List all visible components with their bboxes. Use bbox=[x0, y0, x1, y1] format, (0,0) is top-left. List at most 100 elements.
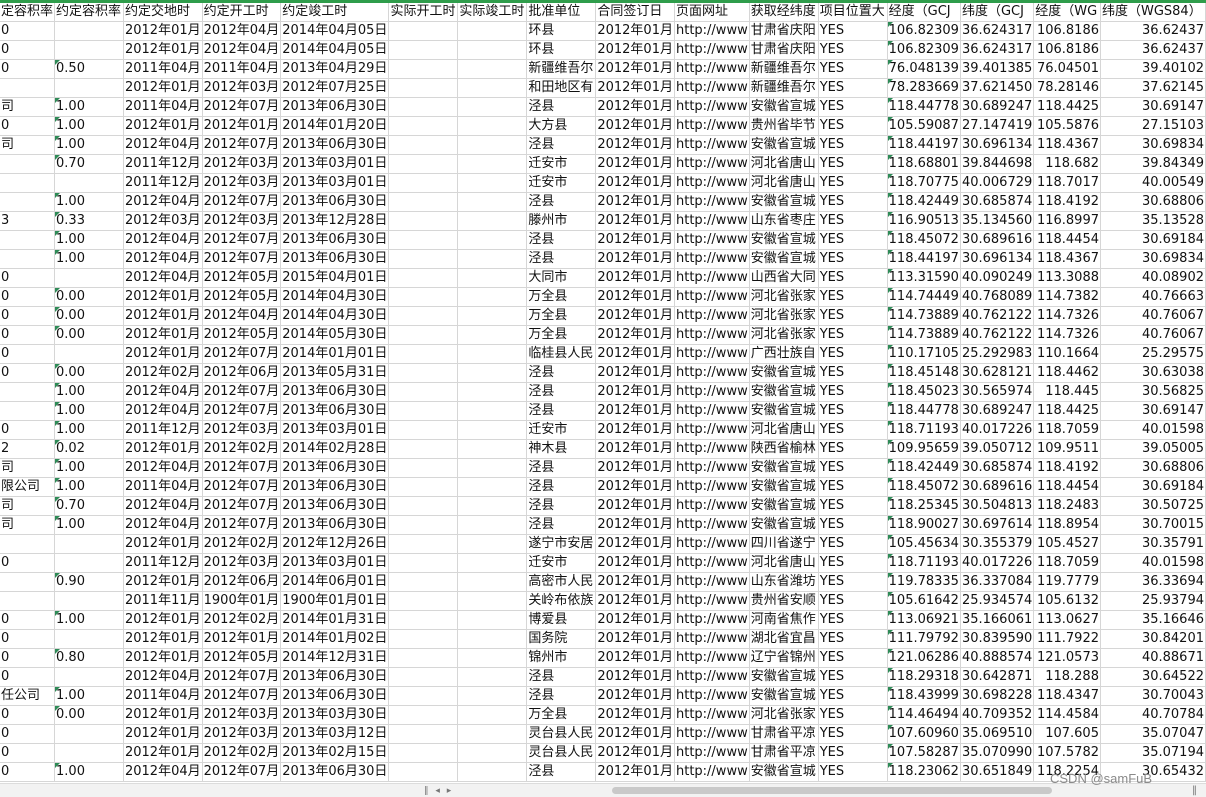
table-cell[interactable] bbox=[388, 420, 459, 440]
table-cell[interactable]: 滕州市 bbox=[526, 211, 597, 231]
table-cell[interactable]: 25.93794 bbox=[1100, 591, 1206, 611]
table-cell[interactable]: 40.08902 bbox=[1100, 268, 1206, 288]
table-cell[interactable]: 25.29575 bbox=[1100, 344, 1206, 364]
column-header[interactable]: 批准单位 bbox=[526, 3, 597, 22]
table-cell[interactable]: 40.76663 bbox=[1100, 287, 1206, 307]
table-cell[interactable]: 114.4584 bbox=[1033, 705, 1101, 725]
table-cell[interactable]: 2012年01月 bbox=[595, 59, 675, 79]
table-cell[interactable]: 0 bbox=[0, 306, 56, 326]
table-cell[interactable] bbox=[388, 686, 459, 706]
table-cell[interactable]: 1.00 bbox=[54, 135, 124, 155]
table-cell[interactable]: 2012年01月 bbox=[595, 610, 675, 630]
table-cell[interactable]: http://www bbox=[674, 762, 750, 782]
table-cell[interactable]: YES bbox=[818, 591, 888, 611]
table-cell[interactable] bbox=[388, 496, 459, 516]
table-cell[interactable] bbox=[457, 382, 528, 402]
table-cell[interactable]: 2012年03月 bbox=[202, 705, 282, 725]
table-cell[interactable]: 2012年07月 bbox=[202, 477, 282, 497]
table-cell[interactable]: 2011年04月 bbox=[202, 59, 282, 79]
table-cell[interactable]: 30.64522 bbox=[1100, 667, 1206, 687]
table-cell[interactable] bbox=[54, 629, 124, 649]
table-cell[interactable]: 40.006729 bbox=[960, 173, 1035, 193]
table-cell[interactable]: http://www bbox=[674, 344, 750, 364]
table-cell[interactable]: 27.15103 bbox=[1100, 116, 1206, 136]
table-cell[interactable] bbox=[388, 211, 459, 231]
table-cell[interactable]: 2013年03月01日 bbox=[280, 154, 390, 174]
table-cell[interactable]: 2012年01月 bbox=[123, 629, 203, 649]
table-cell[interactable]: 2012年03月 bbox=[202, 420, 282, 440]
table-cell[interactable] bbox=[54, 40, 124, 60]
table-cell[interactable]: 30.69184 bbox=[1100, 230, 1206, 250]
table-cell[interactable]: 泾县 bbox=[526, 496, 597, 516]
table-cell[interactable]: 30.355379 bbox=[960, 534, 1035, 554]
table-cell[interactable]: 2012年04月 bbox=[123, 382, 203, 402]
table-cell[interactable]: 1.00 bbox=[54, 249, 124, 269]
table-cell[interactable] bbox=[457, 648, 528, 668]
table-cell[interactable]: 25.934574 bbox=[960, 591, 1035, 611]
table-cell[interactable]: 2012年01月 bbox=[123, 705, 203, 725]
table-cell[interactable]: YES bbox=[818, 420, 888, 440]
table-cell[interactable]: 0 bbox=[0, 116, 56, 136]
table-cell[interactable]: 109.9511 bbox=[1033, 439, 1101, 459]
table-cell[interactable]: http://www bbox=[674, 515, 750, 535]
table-cell[interactable]: 博爱县 bbox=[526, 610, 597, 630]
table-cell[interactable]: 2014年01月31日 bbox=[280, 610, 390, 630]
table-cell[interactable]: 118.42449 bbox=[887, 192, 961, 212]
table-cell[interactable]: YES bbox=[818, 534, 888, 554]
table-cell[interactable] bbox=[457, 724, 528, 744]
table-cell[interactable] bbox=[457, 743, 528, 763]
table-cell[interactable] bbox=[388, 363, 459, 383]
table-cell[interactable] bbox=[457, 249, 528, 269]
table-cell[interactable]: 40.090249 bbox=[960, 268, 1035, 288]
table-cell[interactable]: 司 bbox=[0, 496, 56, 516]
table-cell[interactable]: 2012年01月 bbox=[595, 553, 675, 573]
table-cell[interactable]: 118.4347 bbox=[1033, 686, 1101, 706]
table-cell[interactable]: YES bbox=[818, 401, 888, 421]
table-cell[interactable]: 2012年07月 bbox=[202, 762, 282, 782]
table-cell[interactable]: http://www bbox=[674, 401, 750, 421]
table-cell[interactable]: 40.01598 bbox=[1100, 553, 1206, 573]
table-cell[interactable]: http://www bbox=[674, 705, 750, 725]
table-cell[interactable]: http://www bbox=[674, 686, 750, 706]
table-cell[interactable]: 105.6132 bbox=[1033, 591, 1101, 611]
table-cell[interactable]: 迁安市 bbox=[526, 154, 597, 174]
table-cell[interactable]: 2014年04月30日 bbox=[280, 287, 390, 307]
table-cell[interactable]: 2014年02月28日 bbox=[280, 439, 390, 459]
table-cell[interactable]: http://www bbox=[674, 78, 750, 98]
table-cell[interactable]: 泾县 bbox=[526, 686, 597, 706]
table-cell[interactable] bbox=[54, 344, 124, 364]
table-cell[interactable] bbox=[457, 268, 528, 288]
table-cell[interactable]: 121.0573 bbox=[1033, 648, 1101, 668]
table-cell[interactable]: 泾县 bbox=[526, 97, 597, 117]
table-cell[interactable]: 2012年06月 bbox=[202, 572, 282, 592]
table-cell[interactable]: 安徽省宣城 bbox=[749, 686, 819, 706]
table-cell[interactable]: YES bbox=[818, 116, 888, 136]
column-header[interactable]: 约定交地时 bbox=[123, 3, 203, 22]
table-cell[interactable]: 1.00 bbox=[54, 382, 124, 402]
table-cell[interactable]: 106.82309 bbox=[887, 40, 961, 60]
table-cell[interactable]: 118.68801 bbox=[887, 154, 961, 174]
table-cell[interactable]: 111.79792 bbox=[887, 629, 961, 649]
table-cell[interactable]: 2012年07月 bbox=[202, 230, 282, 250]
table-cell[interactable]: 2013年04月29日 bbox=[280, 59, 390, 79]
table-cell[interactable]: 0.33 bbox=[54, 211, 124, 231]
table-cell[interactable]: 114.73889 bbox=[887, 325, 961, 345]
table-cell[interactable]: 山西省大同 bbox=[749, 268, 819, 288]
table-cell[interactable]: 30.839590 bbox=[960, 629, 1035, 649]
table-cell[interactable] bbox=[388, 515, 459, 535]
table-cell[interactable]: 2012年03月 bbox=[202, 173, 282, 193]
table-cell[interactable]: 40.709352 bbox=[960, 705, 1035, 725]
table-cell[interactable]: http://www bbox=[674, 496, 750, 516]
table-cell[interactable]: 河北省张家 bbox=[749, 325, 819, 345]
table-cell[interactable] bbox=[54, 667, 124, 687]
table-cell[interactable]: 2014年05月30日 bbox=[280, 325, 390, 345]
table-cell[interactable]: YES bbox=[818, 230, 888, 250]
table-cell[interactable]: 2012年01月 bbox=[123, 724, 203, 744]
table-cell[interactable] bbox=[457, 325, 528, 345]
table-cell[interactable]: 河北省唐山 bbox=[749, 154, 819, 174]
table-cell[interactable]: 大同市 bbox=[526, 268, 597, 288]
table-cell[interactable]: YES bbox=[818, 458, 888, 478]
table-cell[interactable] bbox=[457, 401, 528, 421]
column-header[interactable]: 合同签订日 bbox=[595, 3, 675, 22]
table-cell[interactable]: 107.5782 bbox=[1033, 743, 1101, 763]
